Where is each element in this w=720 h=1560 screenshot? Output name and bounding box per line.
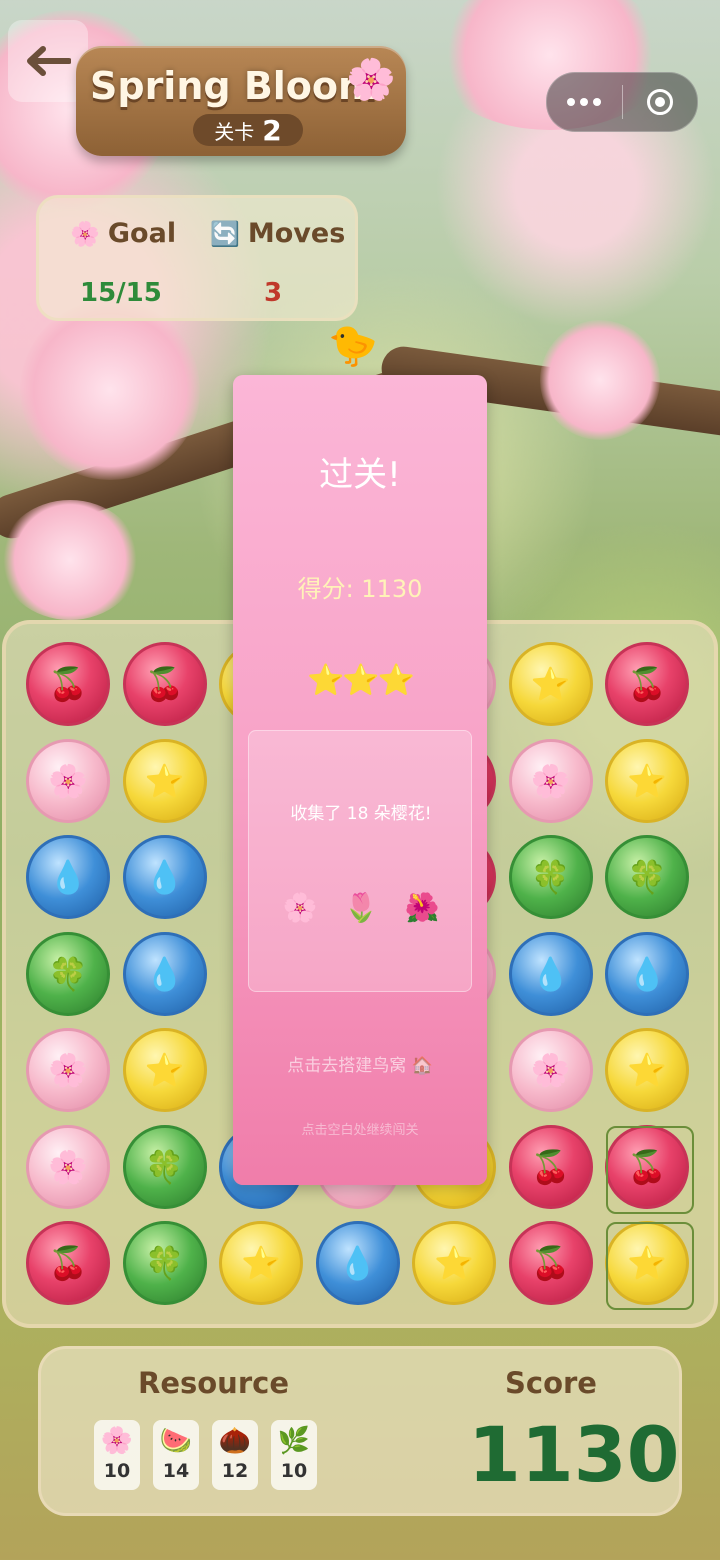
tile-blue[interactable]: 💧 (605, 931, 689, 1016)
moves-value: 3 (264, 278, 283, 308)
tile-red[interactable]: 🍒 (26, 642, 110, 726)
tile-green[interactable]: 🍀 (122, 1124, 207, 1209)
moves-header: 🔄 Moves (210, 218, 345, 249)
target-circle-icon (646, 89, 673, 115)
game-title: Spring Bloom (90, 64, 378, 108)
resource-item-nut: 🌰 12 (212, 1420, 258, 1490)
mini-program-capsule (546, 72, 698, 132)
goal-header: 🌸 Goal (70, 218, 176, 249)
arrow-left-icon (27, 46, 71, 76)
nut-icon: 🌰 (218, 1426, 252, 1456)
resource-title: Resource (138, 1366, 289, 1400)
modal-title: 过关! (319, 455, 401, 495)
hibiscus-icon: 🌺 (404, 891, 440, 924)
tile-yellow[interactable]: ⭐ (219, 1221, 303, 1305)
resource-count: 12 (221, 1460, 249, 1482)
tile-blue[interactable]: 💧 (508, 931, 593, 1016)
tile-pink[interactable]: 🌸 (508, 738, 593, 823)
tile-red[interactable]: 🍒 (508, 1221, 593, 1305)
tile-red[interactable]: 🍒 (508, 1124, 593, 1209)
tile-pink[interactable]: 🌸 (26, 1028, 110, 1112)
resource-count: 10 (103, 1460, 131, 1482)
tile-red[interactable]: 🍒 (605, 642, 689, 726)
goal-value: 15/15 (80, 278, 162, 308)
cherry-blossom-icon: 🌸 (282, 891, 318, 924)
tile-blue[interactable]: 💧 (122, 931, 207, 1016)
close-mini-program-button[interactable] (623, 73, 698, 131)
resource-item-blossom: 🌸 10 (94, 1420, 140, 1490)
tile-yellow[interactable]: ⭐ (122, 1028, 207, 1112)
tile-pink[interactable]: 🌸 (26, 1124, 110, 1209)
resource-item-twig: 🌿 10 (271, 1420, 317, 1490)
twig-icon: 🌿 (277, 1426, 311, 1456)
star-rating: ⭐⭐⭐ (306, 663, 415, 698)
tile-red[interactable]: 🍒 (26, 1221, 110, 1305)
more-menu-button[interactable] (547, 73, 622, 131)
tile-green[interactable]: 🍀 (122, 1221, 207, 1305)
modal-score: 得分: 1130 (297, 575, 423, 603)
tile-pink[interactable]: 🌸 (26, 738, 110, 823)
bird-icon: 🐤 (328, 323, 378, 369)
score-value: 1130 (468, 1410, 680, 1499)
tile-yellow[interactable]: ⭐ (412, 1221, 496, 1305)
tile-pink[interactable]: 🌸 (508, 1028, 593, 1112)
flower-icon: 🌸 (70, 219, 100, 248)
level-indicator: 关卡 2 (193, 113, 303, 147)
tile-yellow[interactable]: ⭐ (605, 1028, 689, 1112)
tile-yellow[interactable]: ⭐ (122, 738, 207, 823)
level-number: 2 (262, 113, 282, 147)
tulip-icon: 🌷 (343, 891, 379, 924)
resource-count: 14 (162, 1460, 190, 1482)
tile-red[interactable]: 🍒 (122, 642, 207, 726)
build-nest-link[interactable]: 点击去搭建鸟窝 🏠 (233, 1051, 487, 1076)
tile-highlight (606, 1126, 694, 1214)
refresh-icon: 🔄 (210, 219, 240, 248)
level-label: 关卡 (214, 119, 255, 144)
resource-item-watermelon: 🍉 14 (153, 1420, 199, 1490)
more-dots-icon (567, 98, 602, 106)
collected-icons: 🌸 🌷 🌺 (249, 891, 473, 924)
tile-blue[interactable]: 💧 (315, 1221, 400, 1305)
resource-count: 10 (280, 1460, 308, 1482)
score-title: Score (505, 1366, 597, 1400)
continue-hint: 点击空白处继续闯关 (301, 1123, 419, 1138)
collection-box: 收集了 18 朵樱花! 🌸 🌷 🌺 (248, 730, 472, 992)
tile-yellow[interactable]: ⭐ (508, 642, 593, 726)
tile-green[interactable]: 🍀 (508, 835, 593, 919)
tile-green[interactable]: 🍀 (26, 931, 110, 1016)
tile-green[interactable]: 🍀 (605, 835, 689, 919)
watermelon-icon: 🍉 (159, 1426, 193, 1456)
cherry-blossom-icon: 🌸 (100, 1426, 134, 1456)
collected-text: 收集了 18 朵樱花! (290, 804, 432, 824)
tile-yellow[interactable]: ⭐ (605, 738, 689, 823)
tile-blue[interactable]: 💧 (122, 835, 207, 919)
moves-label: Moves (247, 218, 346, 249)
tile-blue[interactable]: 💧 (26, 835, 110, 919)
cherry-blossom-icon: 🌸 (346, 57, 396, 103)
level-complete-modal: 过关! 得分: 1130 ⭐⭐⭐ 收集了 18 朵樱花! 🌸 🌷 🌺 点击去搭建… (233, 375, 487, 1185)
tile-highlight (606, 1222, 694, 1310)
goal-label: Goal (107, 218, 177, 249)
